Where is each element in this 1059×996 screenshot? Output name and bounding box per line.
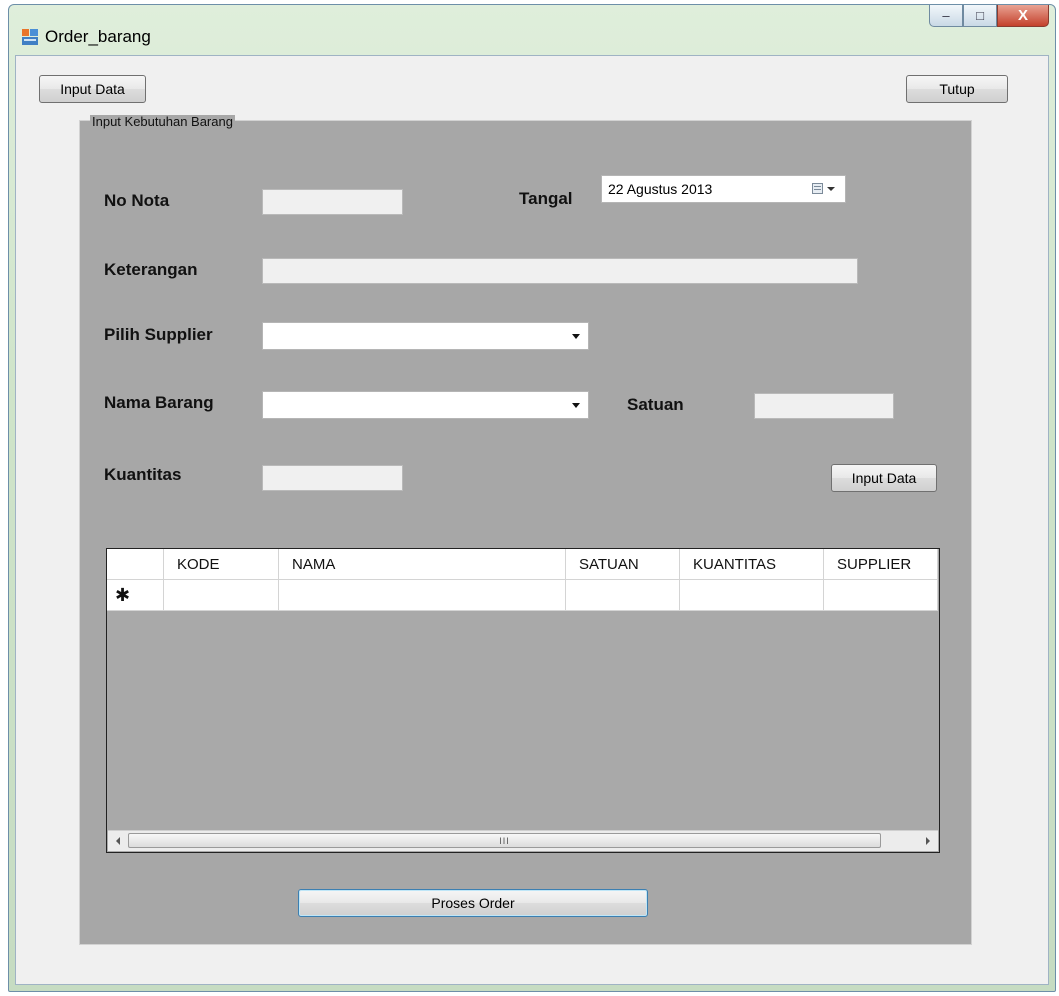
app-window: Order_barang – □ X Input Data Tutup Inpu… xyxy=(8,4,1056,992)
no-nota-field[interactable] xyxy=(262,189,403,215)
input-kebutuhan-group: Input Kebutuhan Barang No Nota Tangal 22… xyxy=(79,115,972,945)
scroll-right-icon[interactable] xyxy=(926,837,930,845)
new-row-marker-icon: ✱ xyxy=(107,580,164,611)
tangal-date-picker[interactable]: 22 Agustus 2013 xyxy=(601,175,846,203)
form-icon xyxy=(22,29,38,45)
minimize-icon: – xyxy=(942,8,950,23)
maximize-icon: □ xyxy=(976,8,984,23)
pilih-supplier-label: Pilih Supplier xyxy=(104,325,213,344)
group-title: Input Kebutuhan Barang xyxy=(90,114,235,129)
nama-barang-combo[interactable] xyxy=(262,391,589,419)
chevron-down-icon[interactable] xyxy=(827,187,835,191)
cell-supplier[interactable] xyxy=(824,580,938,611)
pilih-supplier-combo[interactable] xyxy=(262,322,589,350)
satuan-label: Satuan xyxy=(627,395,684,414)
cell-kode[interactable] xyxy=(164,580,279,611)
form-client-area: Input Data Tutup Input Kebutuhan Barang … xyxy=(15,55,1049,985)
scroll-grip: III xyxy=(499,835,510,846)
grid-header-row: KODE NAMA SATUAN KUANTITAS SUPPLIER xyxy=(107,549,938,580)
title-bar[interactable]: Order_barang – □ X xyxy=(9,5,1055,55)
order-data-grid[interactable]: KODE NAMA SATUAN KUANTITAS SUPPLIER ✱ II… xyxy=(106,548,940,853)
kuantitas-field[interactable] xyxy=(262,465,403,491)
close-icon: X xyxy=(1017,7,1028,24)
satuan-field[interactable] xyxy=(754,393,894,419)
column-header-satuan[interactable]: SATUAN xyxy=(566,549,680,580)
calendar-icon[interactable] xyxy=(812,183,823,194)
input-data-button-top[interactable]: Input Data xyxy=(39,75,146,103)
column-header-kuantitas[interactable]: KUANTITAS xyxy=(680,549,824,580)
scroll-left-icon[interactable] xyxy=(116,837,120,845)
chevron-down-icon[interactable] xyxy=(572,403,580,408)
tutup-button[interactable]: Tutup xyxy=(906,75,1008,103)
input-data-button[interactable]: Input Data xyxy=(831,464,937,492)
tangal-label: Tangal xyxy=(519,189,573,208)
keterangan-field[interactable] xyxy=(262,258,858,284)
cell-nama[interactable] xyxy=(279,580,566,611)
column-header-nama[interactable]: NAMA xyxy=(279,549,566,580)
chevron-down-icon[interactable] xyxy=(572,334,580,339)
cell-satuan[interactable] xyxy=(566,580,680,611)
keterangan-label: Keterangan xyxy=(104,260,198,279)
maximize-button[interactable]: □ xyxy=(963,5,997,27)
table-row[interactable]: ✱ xyxy=(107,580,938,611)
minimize-button[interactable]: – xyxy=(929,5,963,27)
window-title: Order_barang xyxy=(45,27,151,46)
cell-kuantitas[interactable] xyxy=(680,580,824,611)
nama-barang-label: Nama Barang xyxy=(104,393,214,412)
kuantitas-label: Kuantitas xyxy=(104,465,182,484)
column-header-supplier[interactable]: SUPPLIER xyxy=(824,549,938,580)
close-button[interactable]: X xyxy=(997,5,1049,27)
tangal-date-value: 22 Agustus 2013 xyxy=(608,181,713,197)
proses-order-button[interactable]: Proses Order xyxy=(298,889,648,917)
row-header-corner xyxy=(107,549,164,580)
scrollbar-thumb[interactable]: III xyxy=(128,833,881,848)
caption-buttons: – □ X xyxy=(929,5,1049,29)
column-header-kode[interactable]: KODE xyxy=(164,549,279,580)
no-nota-label: No Nota xyxy=(104,191,170,210)
horizontal-scrollbar[interactable]: III xyxy=(108,830,938,851)
